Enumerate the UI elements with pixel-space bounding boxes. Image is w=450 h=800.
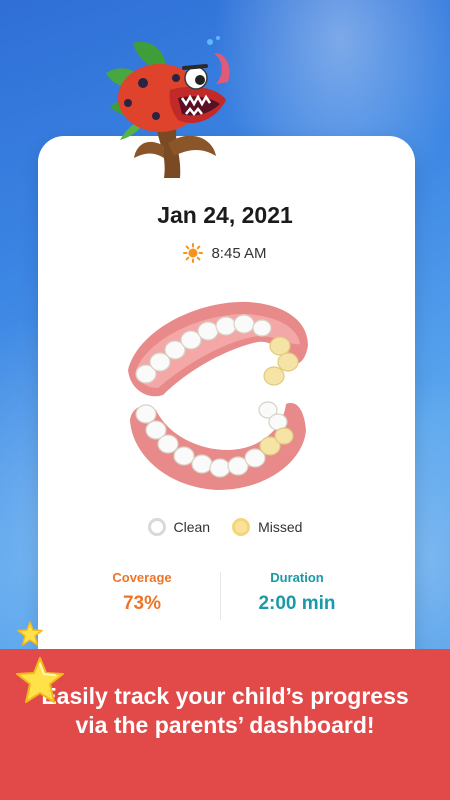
coverage-label: Coverage	[112, 570, 172, 585]
promo-banner-text: Easily track your child’s progress via t…	[41, 683, 409, 738]
mascot-icon	[106, 36, 230, 178]
duration-value: 2:00 min	[258, 593, 336, 614]
duration-label: Duration	[270, 570, 324, 585]
legend-clean: Clean	[147, 518, 211, 536]
clean-dot-icon	[147, 518, 166, 536]
duration-stat: Duration 2:00 min	[222, 570, 372, 615]
legend-missed: Missed	[232, 518, 302, 536]
legend-clean-label: Clean	[173, 519, 211, 535]
teeth-illustration	[128, 301, 308, 490]
session-time-row: 8:45 AM	[0, 243, 450, 263]
coverage-stat: Coverage 73%	[67, 570, 217, 615]
session-time: 8:45 AM	[211, 244, 267, 262]
session-date: Jan 24, 2021	[157, 202, 293, 228]
star-icon	[16, 657, 64, 703]
legend-missed-label: Missed	[258, 519, 303, 535]
missed-dot-icon	[232, 518, 251, 536]
sun-icon	[183, 243, 204, 263]
coverage-legend: Clean Missed	[0, 518, 450, 536]
star-icon	[17, 621, 43, 646]
coverage-value: 73%	[122, 593, 162, 614]
stats-divider	[220, 572, 221, 620]
